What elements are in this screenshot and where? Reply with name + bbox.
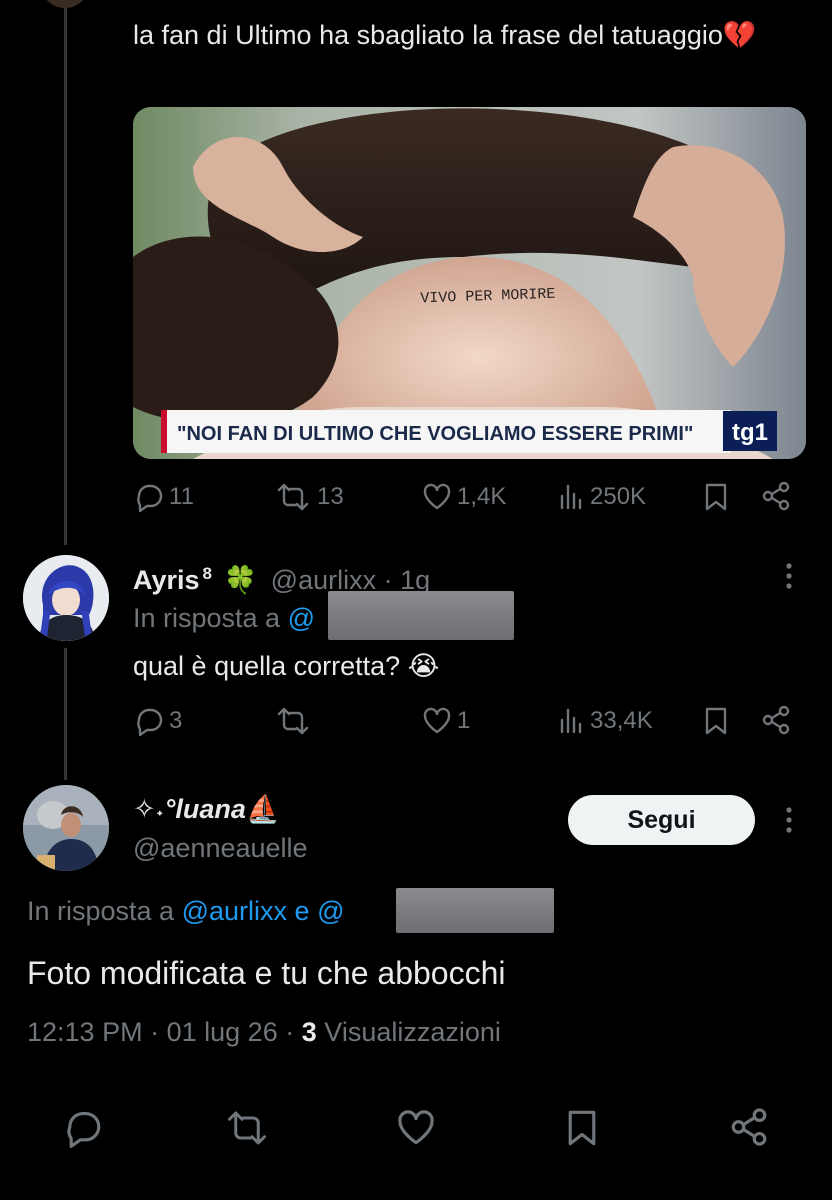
avatar[interactable] xyxy=(23,785,109,871)
views-count: 33,4K xyxy=(590,707,653,734)
share-button[interactable] xyxy=(728,1106,770,1148)
more-options-icon[interactable] xyxy=(782,561,796,591)
reply-button[interactable]: 11 xyxy=(133,482,194,512)
display-name[interactable]: ✧˖°luana⛵ xyxy=(133,791,280,827)
broken-heart-emoji: 💔 xyxy=(722,20,757,50)
views-icon xyxy=(560,484,582,510)
bookmark-icon xyxy=(705,707,727,735)
like-button[interactable]: 1,4K xyxy=(421,482,506,512)
tweet-text: la fan di Ultimo ha sbagliato la frase d… xyxy=(133,14,773,56)
reply-count: 11 xyxy=(169,483,194,510)
avatar[interactable] xyxy=(40,0,90,8)
like-button[interactable]: 1 xyxy=(421,706,470,736)
reply-text: qual è quella corretta? 😭 xyxy=(133,646,439,686)
redaction-box xyxy=(328,591,514,640)
tattoo-photo: VIVO PER MORIRE "NOI FAN DI ULTIMO CHE V… xyxy=(133,107,806,459)
bookmark-button[interactable] xyxy=(703,706,729,736)
tweet-meta: 12:13 PM · 01 lug 26 · 3 Visualizzazioni xyxy=(27,1017,501,1047)
name-superscript: 8 xyxy=(202,564,213,583)
reply-icon xyxy=(137,708,163,736)
reply-count: 3 xyxy=(169,707,183,734)
retweet-icon xyxy=(228,1111,266,1145)
user-handle[interactable]: @aenneauelle xyxy=(133,830,308,866)
views-icon xyxy=(560,708,582,734)
bookmark-icon xyxy=(568,1110,596,1146)
avatar-image xyxy=(23,555,109,641)
tweet-media-image[interactable]: VIVO PER MORIRE "NOI FAN DI ULTIMO CHE V… xyxy=(133,107,806,459)
avatar[interactable] xyxy=(23,555,109,641)
reply-handle[interactable]: @aurlixx xyxy=(182,896,287,926)
reply-and: e xyxy=(294,896,310,926)
views-label: Visualizzazioni xyxy=(324,1017,501,1047)
views-button[interactable]: 250K xyxy=(558,482,646,512)
views-count: 250K xyxy=(590,483,647,510)
share-icon xyxy=(762,705,790,735)
retweet-icon xyxy=(277,707,309,735)
tweet-time[interactable]: 12:13 PM xyxy=(27,1017,143,1047)
tweet-date[interactable]: 01 lug 26 xyxy=(167,1017,278,1047)
bookmark-button[interactable] xyxy=(703,482,729,512)
share-icon xyxy=(762,481,790,511)
share-button[interactable] xyxy=(760,480,792,512)
display-name[interactable]: Ayris xyxy=(133,565,200,595)
display-name-text: ✧˖°luana xyxy=(133,794,246,824)
reply-prefix: In risposta a xyxy=(27,896,175,926)
clover-emoji: 🍀 xyxy=(223,565,258,595)
reply-handle-start: @ xyxy=(317,896,345,926)
bookmark-icon xyxy=(705,483,727,511)
news-banner-text: "NOI FAN DI ULTIMO CHE VOGLIAMO ESSERE P… xyxy=(177,423,693,445)
thread-line-middle xyxy=(64,648,67,780)
heart-icon xyxy=(423,707,451,734)
reply-icon xyxy=(137,484,163,512)
reply-prefix: In risposta a xyxy=(133,603,281,633)
crying-emoji: 😭 xyxy=(407,651,440,681)
like-button[interactable] xyxy=(394,1108,438,1148)
avatar-image xyxy=(23,785,109,871)
follow-button-label: Segui xyxy=(627,805,696,834)
reply-icon xyxy=(67,1111,101,1148)
retweet-icon xyxy=(277,483,309,511)
tweet-text-content: la fan di Ultimo ha sbagliato la frase d… xyxy=(133,20,723,50)
follow-button[interactable]: Segui xyxy=(568,795,755,845)
more-options-icon[interactable] xyxy=(782,805,796,835)
tg1-logo: tg1 xyxy=(732,419,768,446)
share-button[interactable] xyxy=(760,704,792,736)
heart-icon xyxy=(423,483,451,510)
retweet-button[interactable] xyxy=(222,1108,272,1148)
redaction-box xyxy=(396,888,554,933)
retweet-count: 13 xyxy=(317,483,344,510)
retweet-button[interactable]: 13 xyxy=(273,482,344,512)
reply-button[interactable] xyxy=(62,1108,104,1148)
reply-handle-start: @ xyxy=(287,603,316,633)
sailboat-emoji: ⛵ xyxy=(245,794,280,824)
share-icon xyxy=(731,1108,767,1146)
bookmark-button[interactable] xyxy=(565,1108,599,1148)
like-count: 1,4K xyxy=(457,483,507,510)
reply-button[interactable]: 3 xyxy=(133,706,182,736)
views-button[interactable]: 33,4K xyxy=(558,706,653,736)
thread-line-top xyxy=(64,0,67,545)
tweet-text: Foto modificata e tu che abbocchi xyxy=(27,955,506,991)
heart-icon xyxy=(398,1110,434,1145)
retweet-button[interactable] xyxy=(273,706,317,736)
reply-text-content: qual è quella corretta? xyxy=(133,651,401,681)
views-count: 3 xyxy=(301,1017,317,1047)
like-count: 1 xyxy=(457,707,471,734)
